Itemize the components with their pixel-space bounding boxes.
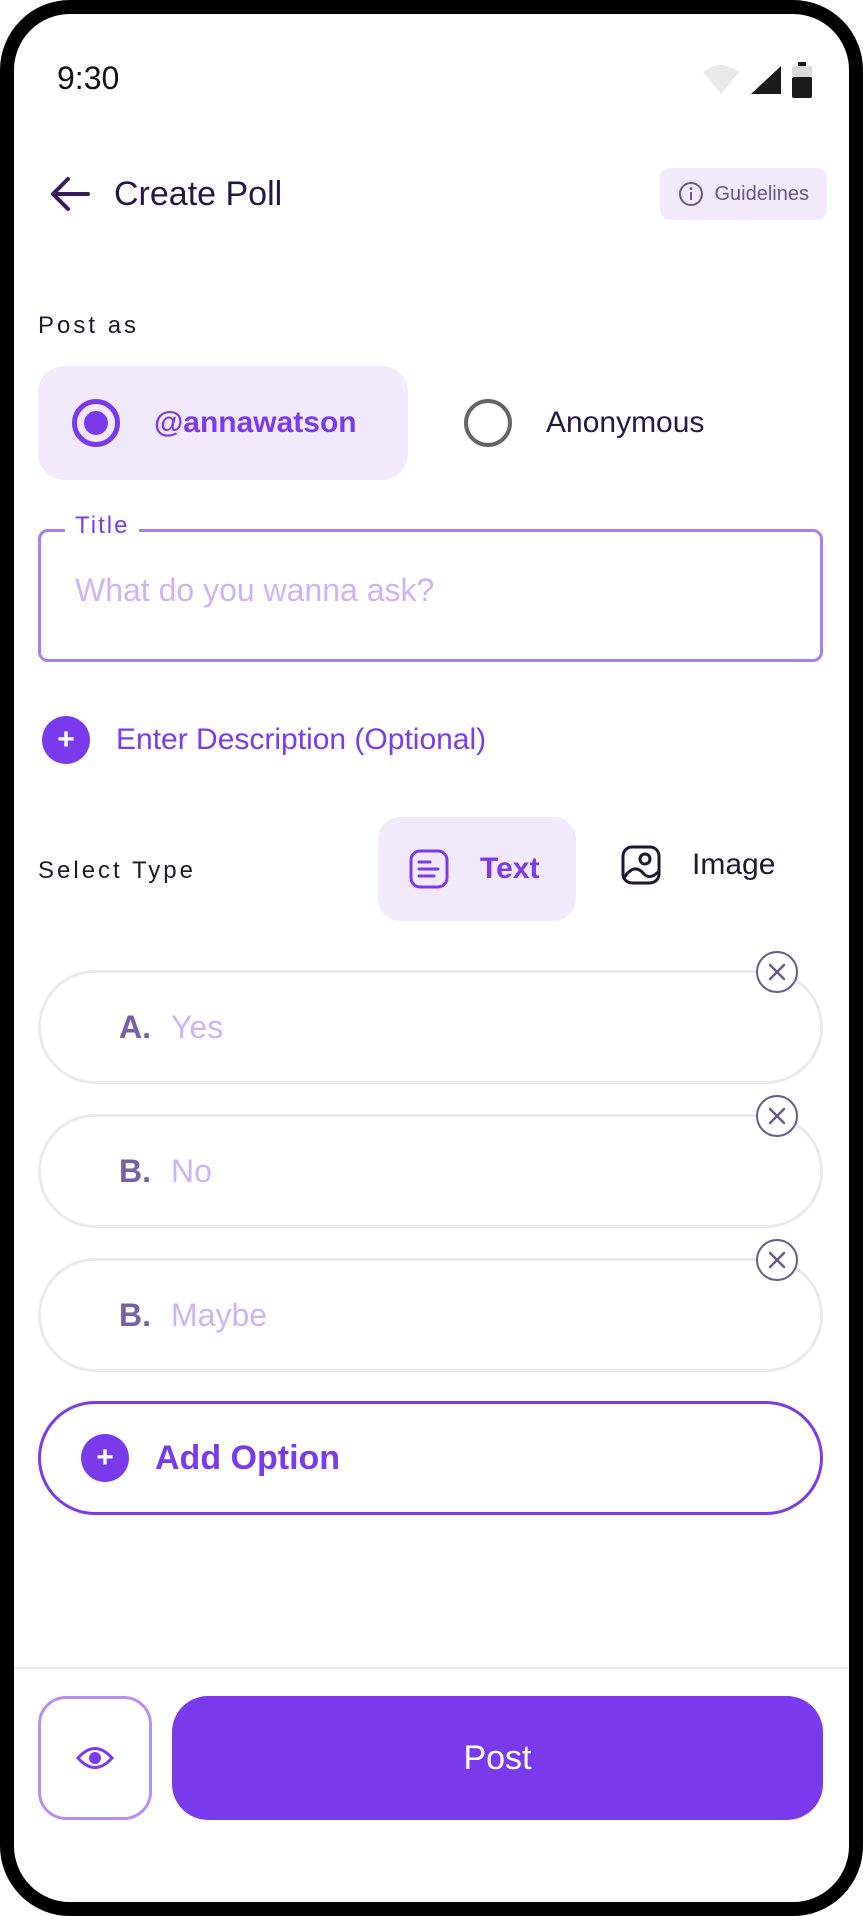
poll-option-a: A. (38, 951, 823, 1084)
post-as-anonymous-option[interactable]: Anonymous (464, 399, 704, 447)
option-input[interactable] (171, 1152, 731, 1190)
page-title: Create Poll (114, 175, 283, 213)
status-time: 9:30 (57, 60, 120, 96)
add-description-button[interactable]: + Enter Description (Optional) (42, 716, 486, 764)
status-icons (701, 62, 813, 98)
post-as-user-option[interactable]: @annawatson (38, 366, 408, 480)
add-option-button[interactable]: + Add Option (38, 1401, 823, 1515)
option-input[interactable] (171, 1296, 731, 1334)
add-description-label: Enter Description (Optional) (116, 723, 487, 756)
poll-option-c: B. (38, 1239, 823, 1372)
remove-option-button[interactable] (756, 951, 798, 993)
preview-button[interactable] (38, 1696, 152, 1820)
radio-unselected[interactable] (464, 399, 512, 447)
signal-icon (751, 66, 781, 94)
type-image-label: Image (692, 848, 776, 881)
eye-icon (76, 1747, 114, 1769)
radio-selected[interactable] (72, 399, 120, 447)
type-text-label: Text (480, 852, 540, 885)
poll-option-b: B. (38, 1095, 823, 1228)
text-lines-icon (409, 849, 449, 889)
post-button[interactable]: Post (172, 1696, 823, 1820)
post-as-user-label: @annawatson (154, 406, 357, 439)
plus-icon: + (81, 1434, 129, 1482)
phone-screen: 9:30 Create Poll Guidelines Post as @ann… (0, 0, 863, 1916)
add-option-label: Add Option (155, 1438, 341, 1477)
close-icon (768, 963, 786, 981)
title-field-label: Title (65, 512, 140, 540)
title-input[interactable] (75, 572, 775, 609)
remove-option-button[interactable] (756, 1095, 798, 1137)
option-letter: B. (119, 1152, 151, 1189)
wifi-icon (703, 65, 739, 94)
arrow-left-icon (51, 177, 90, 211)
plus-icon: + (42, 716, 90, 764)
option-letter: A. (119, 1008, 151, 1045)
option-letter: B. (119, 1296, 151, 1333)
post-as-label: Post as (38, 312, 140, 339)
type-image-option[interactable]: Image (620, 844, 775, 886)
option-input[interactable] (171, 1008, 731, 1046)
remove-option-button[interactable] (756, 1239, 798, 1281)
guidelines-label: Guidelines (714, 182, 809, 205)
close-icon (768, 1107, 786, 1125)
image-icon (621, 845, 661, 885)
title-field: Title (38, 512, 823, 662)
type-text-option[interactable]: Text (378, 817, 576, 921)
divider (14, 1667, 849, 1669)
select-type-label: Select Type (38, 857, 196, 884)
guidelines-button[interactable]: Guidelines (660, 168, 827, 220)
close-icon (768, 1251, 786, 1269)
info-icon (679, 182, 704, 206)
battery-icon (792, 62, 812, 98)
back-button[interactable] (46, 170, 94, 218)
post-as-anonymous-label: Anonymous (546, 406, 705, 439)
